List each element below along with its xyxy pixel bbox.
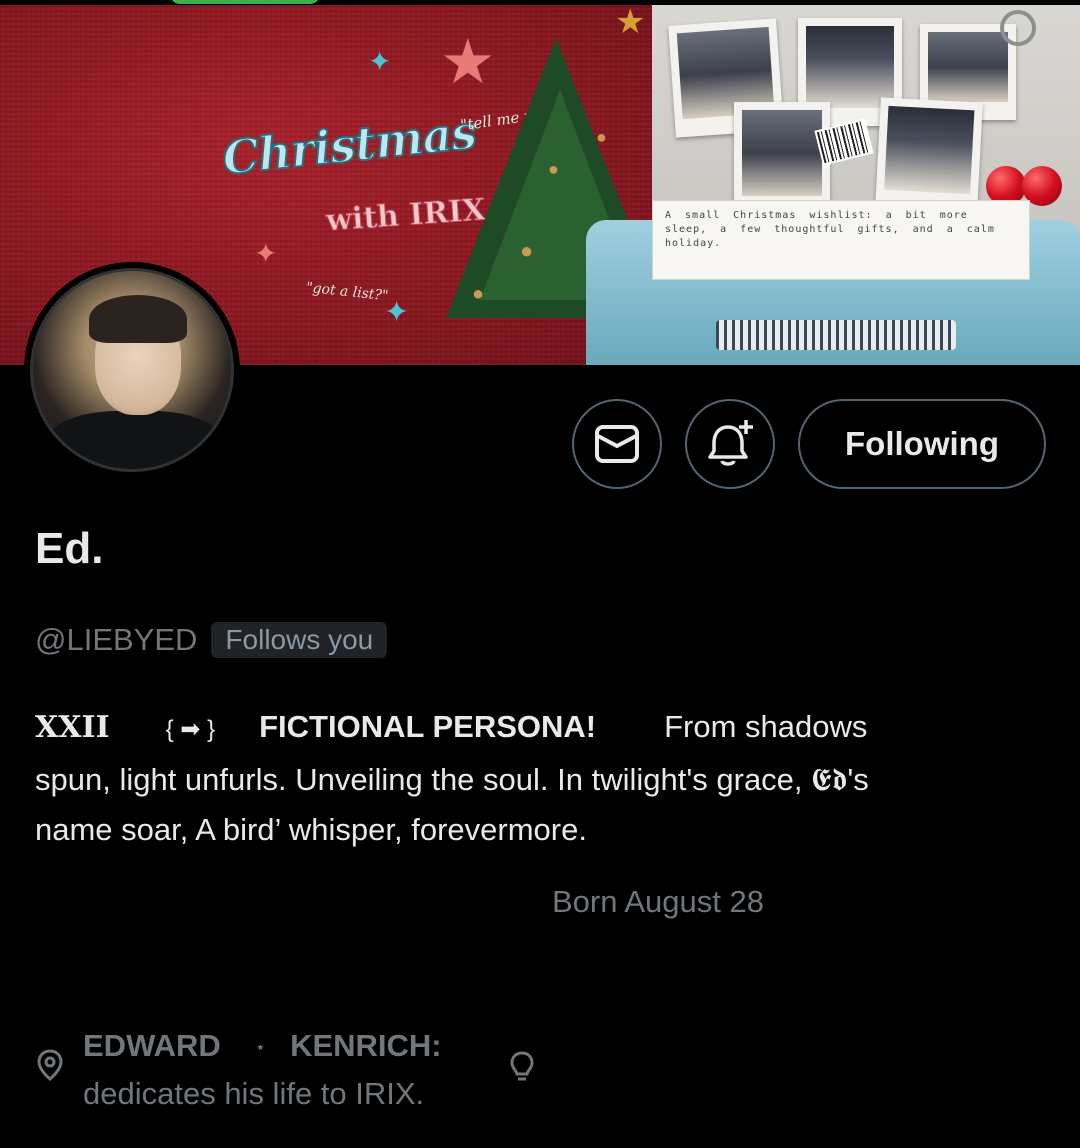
location-line: EDWARD ⋆ KENRICH:	[83, 1028, 442, 1064]
typewriter-paper: A small Christmas wishlist: a bit more s…	[652, 200, 1030, 280]
location-line: dedicates his life to IRIX.	[83, 1076, 425, 1111]
lightbulb-icon	[510, 1051, 534, 1081]
ornament: ●	[520, 238, 534, 263]
keyring	[1000, 10, 1036, 46]
avatar[interactable]	[24, 262, 240, 478]
follows-you-badge: Follows you	[211, 622, 388, 658]
location-separator: ⋆	[254, 1037, 267, 1058]
avatar-image	[30, 268, 234, 472]
ornament: ●	[548, 159, 559, 179]
following-button[interactable]: Following	[798, 399, 1046, 489]
status-pill	[170, 0, 320, 4]
star-decoration: ✦	[368, 46, 392, 77]
user-handle: @LIEBYED	[35, 622, 198, 657]
notify-button[interactable]	[685, 399, 775, 489]
typewriter-keys	[716, 320, 956, 350]
location-second: KENRICH:	[290, 1028, 442, 1063]
handle-row: @LIEBYED Follows you	[35, 622, 388, 658]
bio-tag: FICTIONAL PERSONA!	[259, 709, 597, 744]
typewriter: A small Christmas wishlist: a bit more s…	[586, 180, 1080, 365]
typewriter-text: A small Christmas wishlist: a bit more s…	[665, 210, 995, 249]
bio-text: name soar, A bird’ whisper, forevermore.	[35, 812, 587, 847]
display-name: Ed.	[35, 524, 104, 573]
birthday: Born August 28	[552, 884, 764, 919]
bio-text: From shadows	[664, 709, 868, 744]
bio-numeral: XXII	[35, 710, 110, 745]
bio-arrow: { ➡ }	[165, 716, 216, 743]
profile-bio: XXII{ ➡ } FICTIONAL PERSONA! From shadows …	[35, 702, 1045, 855]
star-decoration: ★	[615, 3, 646, 41]
star-decoration: ✦	[384, 296, 410, 329]
bio-text: spun, light unfurls. Unveiling the soul.…	[35, 762, 869, 797]
ornament: ●	[596, 127, 607, 147]
location-pin-icon	[37, 1049, 63, 1081]
location-first: EDWARD	[83, 1028, 221, 1063]
star-decoration: ✦	[254, 238, 278, 269]
ornament: ●	[472, 283, 485, 305]
message-button[interactable]	[572, 399, 662, 489]
bell-plus-icon	[708, 420, 753, 466]
envelope-icon	[595, 425, 639, 463]
